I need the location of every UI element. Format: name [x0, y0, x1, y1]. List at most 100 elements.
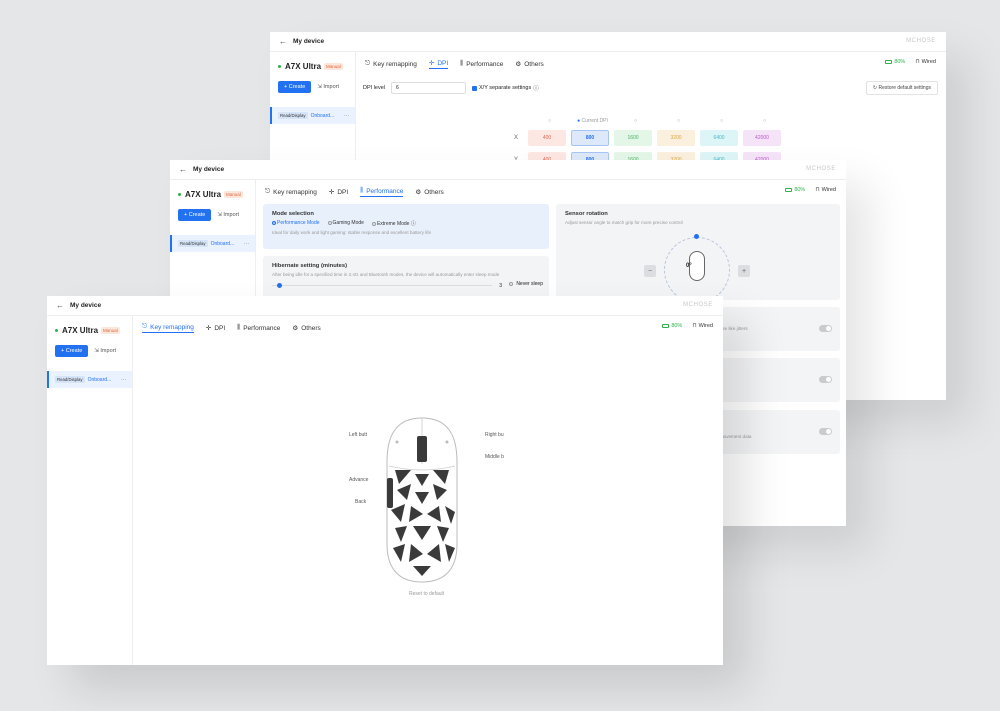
rotate-minus-button[interactable]: − [644, 265, 656, 277]
gear-icon: ⚙ [292, 325, 299, 332]
dpi-x-cell[interactable]: 3200 [657, 130, 695, 146]
middle-button-label[interactable]: Middle b [485, 454, 504, 460]
tab-key-remapping[interactable]: ⎋ Key remapping [265, 187, 317, 197]
sliders-icon: ⫼ [237, 324, 241, 331]
dpi-x-cell[interactable]: 400 [528, 130, 566, 146]
crosshair-icon: ✛ [428, 60, 435, 67]
dpi-x-cell[interactable]: 42000 [743, 130, 781, 146]
online-dot [178, 193, 181, 196]
dpi-level-select[interactable]: 6 [391, 82, 467, 94]
dpi-stage-radio[interactable]: ○ [743, 118, 786, 124]
back-arrow-icon[interactable]: ← [279, 37, 287, 46]
profile-item[interactable]: Read/Display Onboard... ··· [270, 107, 355, 124]
profile-name: Onboard... [87, 376, 112, 383]
battery-status: 80% [662, 323, 682, 329]
dial-knob[interactable] [694, 234, 699, 239]
tab-bar: ⎋ Key remapping ✛ DPI ⫼ Performance ⚙ Others [142, 323, 321, 333]
advance-button-label[interactable]: Advance [349, 477, 368, 483]
rotate-plus-button[interactable]: + [738, 265, 750, 277]
more-icon[interactable]: ··· [244, 241, 249, 247]
tab-bar: ⎋ Key remapping ✛ DPI ⫼ Performance ⚙ Others [265, 187, 444, 197]
back-arrow-icon[interactable]: ← [56, 301, 64, 310]
tab-others[interactable]: ⚙ Others [515, 59, 543, 69]
dpi-stage-radio-current[interactable]: ● Current DPI [571, 118, 614, 124]
scroll-wheel-icon[interactable] [417, 436, 427, 462]
profile-item[interactable]: Read/Display Onboard... ··· [47, 371, 132, 388]
tab-performance[interactable]: ⫼ Performance [360, 187, 404, 197]
dpi-level-value: 6 [396, 85, 399, 91]
dpi-x-cell[interactable]: 6400 [700, 130, 738, 146]
tab-label: Performance [366, 187, 404, 195]
title-bar: ← My device MCHOSE [270, 32, 946, 52]
create-button[interactable]: + Create [178, 209, 212, 221]
gear-icon: ⚙ [415, 189, 422, 196]
rotation-dial[interactable]: 0° [664, 234, 730, 303]
setting-toggle[interactable] [819, 376, 832, 383]
back-button-label[interactable]: Back [355, 499, 366, 505]
import-button[interactable]: ⇲ Import [94, 348, 116, 354]
slider-thumb[interactable] [277, 283, 282, 288]
radio-icon [272, 220, 276, 225]
dpi-stage-radio[interactable]: ○ [700, 118, 743, 124]
create-button[interactable]: + Create [55, 345, 89, 357]
hibernate-slider[interactable] [272, 282, 492, 290]
never-sleep-radio[interactable]: Never sleep [509, 281, 543, 287]
tab-dpi[interactable]: ✛ DPI [206, 323, 225, 333]
key-icon: ⎋ [142, 323, 148, 330]
tab-dpi[interactable]: ✛ DPI [329, 187, 348, 197]
dpi-stage-radio[interactable]: ○ [657, 118, 700, 124]
gear-icon: ⚙ [515, 61, 522, 68]
tab-dpi[interactable]: ✛ DPI [428, 59, 449, 69]
slider-track [272, 285, 492, 286]
connection-status: ⊓ Wired [815, 187, 836, 193]
tab-label: Key remapping [150, 323, 194, 331]
mode-radio-gaming[interactable]: Gaming Mode [327, 220, 364, 227]
back-arrow-icon[interactable]: ← [179, 165, 187, 174]
dpi-stage-radio[interactable]: ○ [528, 118, 571, 124]
left-button-label[interactable]: Left butt [349, 432, 367, 438]
dpi-stage-radio[interactable]: ○ [614, 118, 657, 124]
tab-label: Key remapping [273, 188, 317, 196]
dpi-stage-radios: ○ ● Current DPI ○ ○ ○ ○ [528, 118, 786, 124]
dpi-x-cell[interactable]: 1600 [614, 130, 652, 146]
cable-icon: ⊓ [915, 59, 920, 65]
tab-label: Others [524, 60, 544, 68]
tab-others[interactable]: ⚙ Others [292, 323, 320, 333]
dpi-controls: DPI level 6 X/Y separate settings ⓘ [363, 82, 539, 94]
mode-label: Gaming Mode [332, 220, 364, 226]
import-button[interactable]: ⇲ Import [217, 212, 239, 218]
dpi-x-cell[interactable]: 800 [571, 130, 609, 146]
more-icon[interactable]: ··· [344, 113, 349, 119]
radio-icon [509, 282, 514, 286]
mode-radio-performance[interactable]: Performance Mode [272, 220, 320, 227]
setting-toggle[interactable] [819, 428, 832, 435]
mode-radio-group: Performance Mode Gaming Mode Extreme Mod… [272, 220, 540, 227]
tab-key-remapping[interactable]: ⎋ Key remapping [365, 59, 417, 69]
tab-others[interactable]: ⚙ Others [415, 187, 443, 197]
import-button[interactable]: ⇲ Import [317, 84, 339, 90]
restore-defaults-button[interactable]: ↻ Restore default settings [865, 81, 938, 95]
right-button-label[interactable]: Right bu [485, 432, 504, 438]
window-title: My device [70, 302, 102, 309]
tab-performance[interactable]: ⫼ Performance [237, 323, 280, 333]
tab-performance[interactable]: ⫼ Performance [460, 59, 503, 69]
battery-text: 80% [671, 323, 683, 329]
profile-item[interactable]: Read/Display Onboard... ··· [170, 235, 255, 252]
right-button-marker[interactable] [445, 440, 449, 444]
create-button[interactable]: + Create [278, 81, 312, 93]
crosshair-icon: ✛ [328, 189, 335, 196]
hibernate-title: Hibernate setting (minutes) [272, 263, 348, 269]
connection-status: ⊓ Wired [915, 59, 936, 65]
more-icon[interactable]: ··· [121, 377, 126, 383]
side-buttons-icon[interactable] [387, 478, 393, 508]
mode-label: Extreme Mode [376, 221, 410, 227]
xy-separate-checkbox[interactable]: X/Y separate settings ⓘ [472, 84, 539, 92]
left-button-marker[interactable] [395, 440, 399, 444]
tab-key-remapping[interactable]: ⎋ Key remapping [142, 323, 194, 333]
reset-default-button[interactable]: Reset to default [409, 591, 444, 597]
setting-toggle[interactable] [819, 325, 832, 332]
brand-logo: MCHOSE [683, 302, 713, 308]
hibernate-value: 3 [499, 283, 502, 289]
import-label: Import [323, 84, 339, 90]
mode-radio-extreme[interactable]: Extreme Mode ⓘ [371, 220, 416, 227]
